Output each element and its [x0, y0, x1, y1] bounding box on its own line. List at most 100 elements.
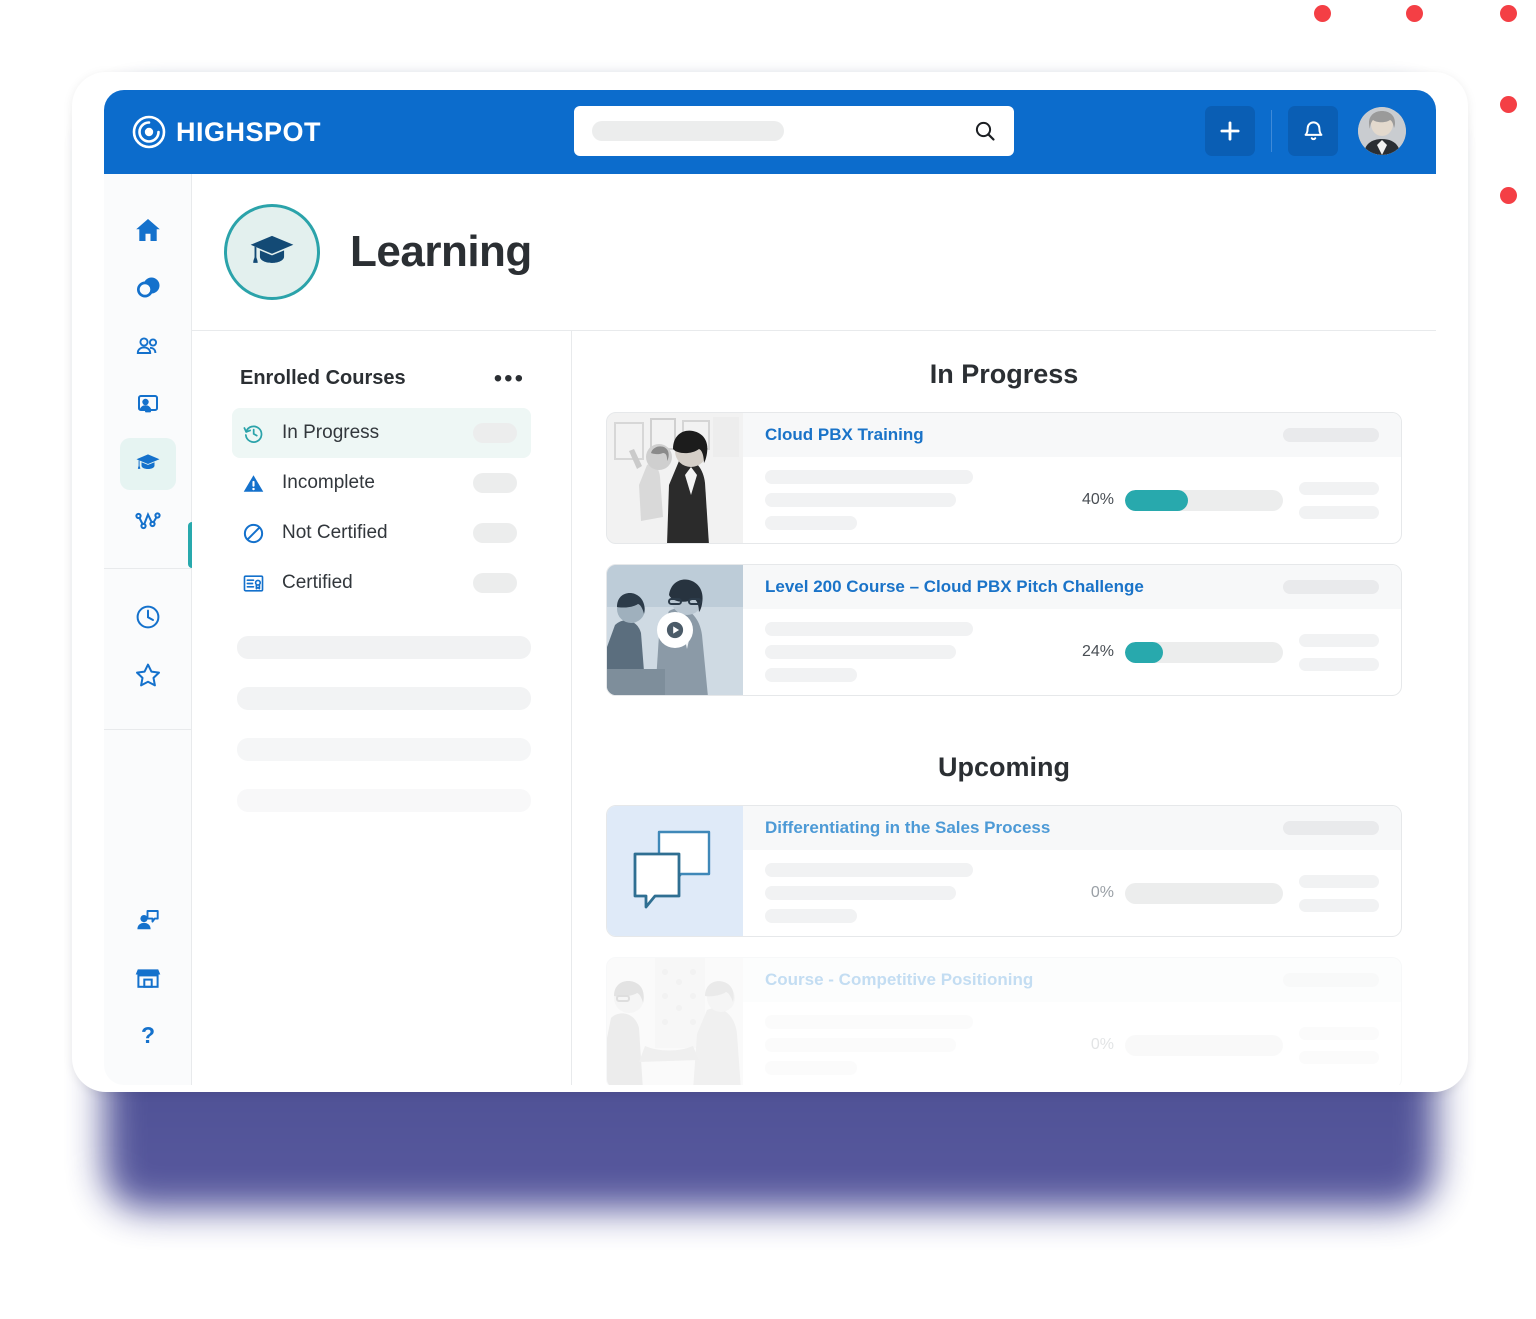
- skeleton-line: [765, 886, 956, 900]
- sidebar-item-recent[interactable]: [120, 593, 176, 645]
- course-title[interactable]: Differentiating in the Sales Process: [765, 818, 1050, 838]
- svg-text:?: ?: [140, 1022, 154, 1048]
- graduation-cap-icon: [246, 224, 298, 281]
- course-actions-skeleton: [1283, 1016, 1379, 1075]
- course-meta-skeleton: [1283, 821, 1379, 835]
- decorative-dot: [1500, 5, 1517, 22]
- sidebar-item-learning[interactable]: [119, 438, 176, 490]
- warning-icon: [242, 472, 268, 495]
- filter-in-progress[interactable]: In Progress: [232, 408, 531, 458]
- search-input[interactable]: [592, 121, 784, 141]
- filter-certified[interactable]: Certified: [232, 558, 531, 608]
- highspot-logo[interactable]: HIGHSPOT: [132, 115, 321, 149]
- course-actions-skeleton: [1283, 864, 1379, 923]
- skeleton-line: [1299, 1026, 1379, 1040]
- enrolled-courses-panel: Enrolled Courses ••• In Progress Incompl…: [192, 330, 572, 1085]
- no-entry-icon: [242, 522, 268, 545]
- page-badge: [224, 204, 320, 300]
- course-meta-skeleton: [1283, 973, 1379, 987]
- filter-label: Certified: [282, 572, 353, 593]
- page-title: Learning: [350, 227, 532, 276]
- course-title[interactable]: Level 200 Course – Cloud PBX Pitch Chall…: [765, 577, 1144, 597]
- skeleton-line: [765, 668, 858, 682]
- topbar-actions: [1205, 106, 1406, 156]
- course-card[interactable]: Course - Competitive Positioning 0%: [606, 957, 1402, 1085]
- skeleton-line: [765, 1015, 974, 1029]
- skeleton-line: [765, 645, 956, 659]
- sidebar-item-home[interactable]: [120, 206, 176, 258]
- coaching-icon: [134, 906, 162, 939]
- progress-fill: [1125, 489, 1189, 511]
- sidebar-item-marketplace[interactable]: [120, 954, 176, 1006]
- course-thumbnail: [607, 413, 743, 543]
- sidebar-item-help[interactable]: ?: [120, 1012, 176, 1064]
- course-progress: 24%: [1068, 641, 1283, 663]
- sidebar-item-people[interactable]: [120, 322, 176, 374]
- course-progress: 0%: [1068, 1034, 1283, 1056]
- skeleton-row: [237, 738, 531, 761]
- search-icon[interactable]: [973, 119, 997, 148]
- search-bar[interactable]: [574, 106, 1014, 156]
- analytics-icon: [134, 506, 162, 539]
- skeleton-line: [765, 1061, 858, 1075]
- sidebar-item-coaching[interactable]: [120, 896, 176, 948]
- course-description-skeleton: [765, 854, 1068, 932]
- avatar[interactable]: [1358, 107, 1406, 155]
- course-card[interactable]: Cloud PBX Training 40%: [606, 412, 1402, 544]
- course-title[interactable]: Cloud PBX Training: [765, 425, 924, 445]
- progress-percent: 40%: [1081, 491, 1114, 508]
- skeleton-line: [765, 470, 974, 484]
- skeleton-line: [765, 516, 858, 530]
- course-description-skeleton: [765, 461, 1068, 539]
- clock-rewind-icon: [242, 422, 268, 445]
- course-thumbnail: [607, 565, 743, 695]
- section-title-upcoming: Upcoming: [938, 752, 1070, 782]
- sidebar-item-spots[interactable]: [120, 264, 176, 316]
- course-card-main: 0%: [743, 1002, 1401, 1085]
- course-card[interactable]: Differentiating in the Sales Process 0%: [606, 805, 1402, 937]
- add-button[interactable]: [1205, 106, 1255, 156]
- enrolled-courses-title: Enrolled Courses: [240, 367, 406, 389]
- course-title[interactable]: Course - Competitive Positioning: [765, 970, 1033, 990]
- course-card[interactable]: Level 200 Course – Cloud PBX Pitch Chall…: [606, 564, 1402, 696]
- progress-fill: [1125, 641, 1163, 663]
- decorative-dot: [1500, 187, 1517, 204]
- course-card-header: Course - Competitive Positioning: [743, 958, 1401, 1002]
- skeleton-row: [237, 687, 531, 710]
- decorative-dot: [1406, 5, 1423, 22]
- play-button[interactable]: [657, 612, 693, 648]
- skeleton-line: [765, 909, 858, 923]
- more-options-button[interactable]: •••: [494, 366, 531, 390]
- progress-track: [1125, 882, 1283, 904]
- skeleton-line: [1299, 657, 1379, 671]
- notifications-button[interactable]: [1288, 106, 1338, 156]
- skeleton-line: [1299, 874, 1379, 888]
- section-title-in-progress: In Progress: [929, 359, 1079, 389]
- home-icon: [134, 216, 162, 249]
- filter-incomplete[interactable]: Incomplete: [232, 458, 531, 508]
- course-meta-skeleton: [1283, 580, 1379, 594]
- highspot-logo-text: HIGHSPOT: [176, 116, 322, 147]
- course-meta-skeleton: [1283, 428, 1379, 442]
- sidebar-item-analytics[interactable]: [120, 496, 176, 548]
- skeleton-line: [765, 622, 974, 636]
- skeleton-row: [237, 636, 531, 659]
- course-actions-skeleton: [1283, 471, 1379, 530]
- clock-icon: [134, 603, 162, 636]
- filter-count-pill: [473, 473, 517, 493]
- decorative-dot: [1500, 96, 1517, 113]
- course-card-main: 40%: [743, 457, 1401, 543]
- progress-track: [1125, 641, 1283, 663]
- sidebar-skeleton-list: [232, 636, 531, 812]
- progress-track: [1125, 1034, 1283, 1056]
- sidebar-item-bookmarks[interactable]: [120, 651, 176, 703]
- course-card-body: Cloud PBX Training 40%: [743, 413, 1401, 543]
- enrolled-courses-header: Enrolled Courses •••: [232, 331, 531, 408]
- filter-not-certified[interactable]: Not Certified: [232, 508, 531, 558]
- rail-secondary-group: [104, 569, 191, 703]
- certificate-icon: [242, 572, 268, 595]
- sidebar-item-pitch[interactable]: [120, 380, 176, 432]
- course-card-body: Course - Competitive Positioning 0%: [743, 958, 1401, 1085]
- rail-primary-group: [104, 174, 191, 548]
- course-card-body: Level 200 Course – Cloud PBX Pitch Chall…: [743, 565, 1401, 695]
